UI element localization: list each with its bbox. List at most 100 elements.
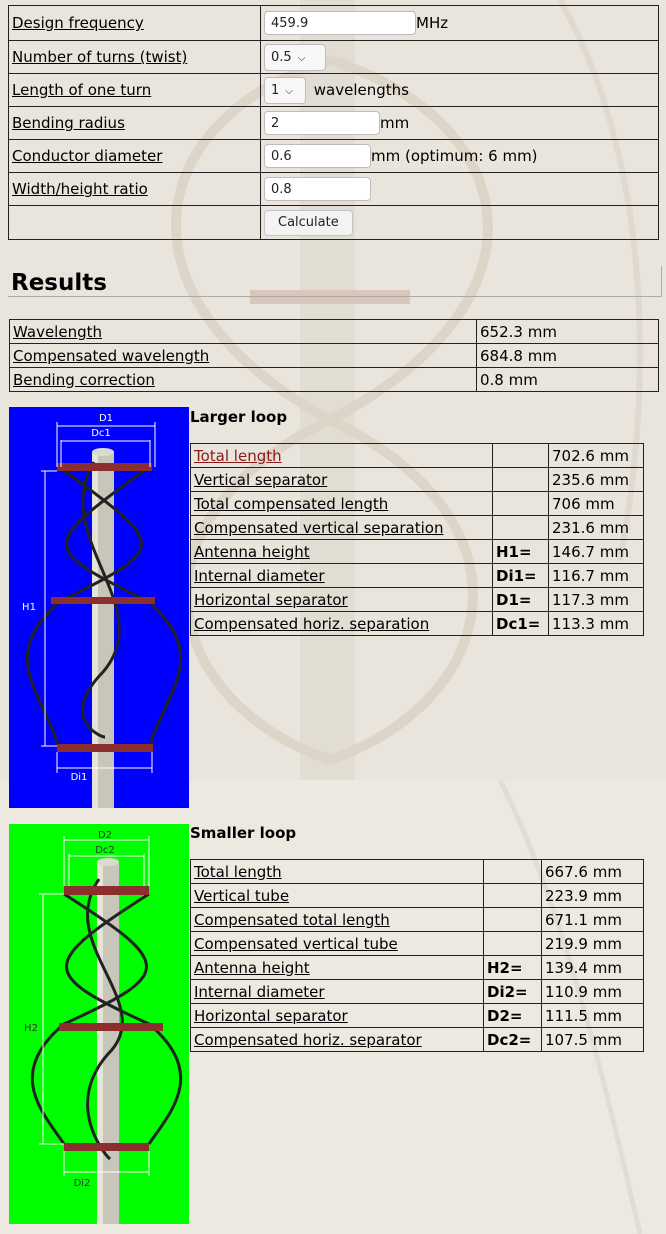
results-heading: Results	[11, 270, 107, 296]
table-row: Compensated vertical separation 231.6 mm	[190, 515, 644, 540]
table-row: Total length 667.6 mm	[190, 859, 644, 884]
vertical-tube-value: 223.9 mm	[541, 883, 644, 908]
horizontal-separator-value: 111.5 mm	[541, 1003, 644, 1028]
smaller-loop-diagram: D2 Dc2 H2 Di2	[9, 824, 189, 1224]
chevron-down-icon: ⌵	[285, 85, 293, 97]
row-key	[483, 883, 542, 908]
table-row: Vertical tube 223.9 mm	[190, 883, 644, 908]
results-table: Wavelength 652.3 mm Compensated waveleng…	[9, 319, 659, 392]
number-of-turns-select[interactable]: 0.5 ⌵	[264, 43, 326, 71]
row-key: Di1=	[492, 563, 549, 588]
row-key: H1=	[492, 539, 549, 564]
compensated-vertical-tube-value: 219.9 mm	[541, 931, 644, 956]
internal-diameter-label[interactable]: Internal diameter	[194, 567, 325, 585]
bending-correction-value: 0.8 mm	[476, 367, 659, 392]
width-height-ratio-input[interactable]	[264, 177, 371, 201]
compensated-vertical-tube-label[interactable]: Compensated vertical tube	[194, 935, 398, 953]
total-length-label[interactable]: Total length	[194, 447, 282, 465]
diagram-label-d2: D2	[98, 830, 112, 841]
total-length-label[interactable]: Total length	[194, 863, 282, 881]
design-frequency-unit: MHz	[416, 14, 449, 32]
empty-cell	[8, 205, 261, 240]
row-key: Di2=	[483, 979, 542, 1004]
antenna-height-value: 139.4 mm	[541, 955, 644, 980]
larger-loop-table: Total length 702.6 mm Vertical separator…	[190, 443, 644, 636]
table-row: Compensated horiz. separator Dc2= 107.5 …	[190, 1027, 644, 1052]
conductor-diameter-label[interactable]: Conductor diameter	[12, 147, 162, 165]
compensated-horiz-separation-label[interactable]: Compensated horiz. separation	[194, 615, 429, 633]
diagram-label-h2: H2	[24, 1023, 38, 1034]
number-of-turns-label[interactable]: Number of turns (twist)	[12, 48, 187, 66]
horizontal-separator-label[interactable]: Horizontal separator	[194, 1007, 348, 1025]
input-form: Design frequency MHz Number of turns (tw…	[8, 5, 659, 240]
table-row: Internal diameter Di2= 110.9 mm	[190, 979, 644, 1004]
compensated-total-length-value: 671.1 mm	[541, 907, 644, 932]
horizontal-separator-value: 117.3 mm	[548, 587, 644, 612]
vertical-tube-label[interactable]: Vertical tube	[194, 887, 289, 905]
row-key	[492, 443, 549, 468]
diagram-label-di1: Di1	[71, 772, 88, 783]
chevron-down-icon: ⌵	[297, 52, 306, 64]
antenna-height-label[interactable]: Antenna height	[194, 543, 310, 561]
compensated-horiz-separation-value: 113.3 mm	[548, 611, 644, 636]
diagram-label-d1: D1	[99, 413, 113, 424]
total-compensated-length-label[interactable]: Total compensated length	[194, 495, 388, 513]
row-key: H2=	[483, 955, 542, 980]
diagram-label-dc2: Dc2	[95, 845, 115, 856]
length-of-one-turn-value: 1	[271, 82, 280, 98]
row-key	[483, 931, 542, 956]
larger-loop-diagram: D1 Dc1 H1 Di1	[9, 407, 189, 808]
total-compensated-length-value: 706 mm	[548, 491, 644, 516]
width-height-ratio-label[interactable]: Width/height ratio	[12, 180, 148, 198]
calculate-button[interactable]: Calculate	[264, 209, 353, 236]
compensated-wavelength-value: 684.8 mm	[476, 343, 659, 368]
table-row: Compensated horiz. separation Dc1= 113.3…	[190, 611, 644, 636]
design-frequency-input[interactable]	[264, 11, 416, 35]
antenna-height-label[interactable]: Antenna height	[194, 959, 310, 977]
bending-radius-input[interactable]	[264, 111, 380, 135]
table-row: Antenna height H2= 139.4 mm	[190, 955, 644, 980]
row-key	[492, 515, 549, 540]
compensated-vertical-separation-label[interactable]: Compensated vertical separation	[194, 519, 443, 537]
internal-diameter-value: 110.9 mm	[541, 979, 644, 1004]
table-row: Internal diameter Di1= 116.7 mm	[190, 563, 644, 588]
table-row: Compensated total length 671.1 mm	[190, 907, 644, 932]
row-key: Dc1=	[492, 611, 549, 636]
smaller-loop-title: Smaller loop	[190, 824, 297, 842]
bending-radius-label[interactable]: Bending radius	[12, 114, 125, 132]
horizontal-separator-label[interactable]: Horizontal separator	[194, 591, 348, 609]
compensated-vertical-separation-value: 231.6 mm	[548, 515, 644, 540]
compensated-total-length-label[interactable]: Compensated total length	[194, 911, 390, 929]
wavelength-label[interactable]: Wavelength	[13, 323, 102, 341]
compensated-wavelength-label[interactable]: Compensated wavelength	[13, 347, 209, 365]
internal-diameter-value: 116.7 mm	[548, 563, 644, 588]
table-row: Compensated vertical tube 219.9 mm	[190, 931, 644, 956]
bending-correction-label[interactable]: Bending correction	[13, 371, 155, 389]
table-row: Wavelength 652.3 mm	[9, 319, 659, 344]
length-of-one-turn-select[interactable]: 1 ⌵	[264, 76, 306, 104]
row-key	[483, 859, 542, 884]
vertical-separator-value: 235.6 mm	[548, 467, 644, 492]
row-key	[492, 467, 549, 492]
bending-radius-unit: mm	[380, 114, 410, 132]
antenna-height-value: 146.7 mm	[548, 539, 644, 564]
table-row: Horizontal separator D1= 117.3 mm	[190, 587, 644, 612]
conductor-diameter-input[interactable]	[264, 144, 371, 168]
vertical-separator-label[interactable]: Vertical separator	[194, 471, 327, 489]
compensated-horiz-separator-label[interactable]: Compensated horiz. separator	[194, 1031, 422, 1049]
smaller-loop-table: Total length 667.6 mm Vertical tube 223.…	[190, 859, 644, 1052]
conductor-diameter-unit: mm (optimum: 6 mm)	[371, 147, 538, 165]
wavelength-value: 652.3 mm	[476, 319, 659, 344]
table-row: Antenna height H1= 146.7 mm	[190, 539, 644, 564]
row-key	[483, 907, 542, 932]
row-key: Dc2=	[483, 1027, 542, 1052]
table-row: Bending correction 0.8 mm	[9, 367, 659, 392]
length-of-one-turn-label[interactable]: Length of one turn	[12, 81, 151, 99]
results-section-header: Results	[8, 266, 662, 297]
diagram-label-h1: H1	[22, 602, 36, 613]
table-row: Horizontal separator D2= 111.5 mm	[190, 1003, 644, 1028]
number-of-turns-value: 0.5	[271, 49, 292, 65]
design-frequency-label[interactable]: Design frequency	[12, 14, 144, 32]
internal-diameter-label[interactable]: Internal diameter	[194, 983, 325, 1001]
total-length-value: 702.6 mm	[548, 443, 644, 468]
